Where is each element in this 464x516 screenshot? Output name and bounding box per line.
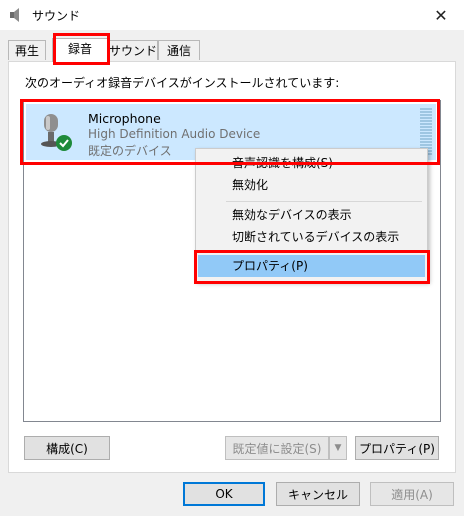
speaker-icon <box>10 8 19 22</box>
level-meter-segment <box>420 129 432 131</box>
level-meter-segment <box>420 141 432 143</box>
tab-recording[interactable]: 録音 <box>52 38 108 62</box>
device-list-caption: 次のオーディオ録音デバイスがインストールされています: <box>25 76 340 90</box>
properties-button[interactable]: プロパティ(P) <box>355 436 439 460</box>
level-meter-segment <box>420 120 432 122</box>
check-badge-icon <box>56 135 72 151</box>
device-name: Microphone <box>88 111 161 126</box>
level-meter-segment <box>420 123 432 125</box>
menu-item-properties[interactable]: プロパティ(P) <box>198 255 425 277</box>
microphone-icon <box>41 114 72 151</box>
menu-item-disable[interactable]: 無効化 <box>198 174 425 196</box>
menu-separator <box>226 201 422 202</box>
tab-communications[interactable]: 通信 <box>158 40 200 60</box>
context-menu: 音声認識を構成(S) 無効化 無効なデバイスの表示 切断されているデバイスの表示… <box>195 148 428 282</box>
close-icon: ✕ <box>434 5 448 25</box>
level-meter-segment <box>420 111 432 113</box>
menu-item-configure-speech[interactable]: 音声認識を構成(S) <box>198 152 425 174</box>
menu-separator <box>226 252 422 253</box>
window-title: サウンド <box>32 9 81 23</box>
configure-button[interactable]: 構成(C) <box>24 436 110 460</box>
apply-button[interactable]: 適用(A) <box>370 482 454 506</box>
close-button[interactable]: ✕ <box>418 0 464 30</box>
cancel-button[interactable]: キャンセル <box>276 482 360 506</box>
set-default-button[interactable]: 既定値に設定(S) <box>225 436 329 460</box>
level-meter-segment <box>420 126 432 128</box>
level-meter-segment <box>420 132 432 134</box>
tab-sounds[interactable]: サウンド <box>108 40 158 60</box>
level-meter-segment <box>420 117 432 119</box>
menu-item-show-disabled[interactable]: 無効なデバイスの表示 <box>198 204 425 226</box>
level-meter-segment <box>420 144 432 146</box>
level-meter-segment <box>420 135 432 137</box>
device-status: 既定のデバイス <box>88 144 172 158</box>
level-meter-segment <box>420 114 432 116</box>
title-bar: サウンド ✕ <box>0 0 464 30</box>
device-description: High Definition Audio Device <box>88 127 261 141</box>
set-default-dropdown[interactable]: ▼ <box>329 436 347 460</box>
tab-playback[interactable]: 再生 <box>8 40 46 60</box>
menu-item-show-disconnected[interactable]: 切断されているデバイスの表示 <box>198 226 425 248</box>
level-meter-segment <box>420 138 432 140</box>
level-meter-segment <box>420 108 432 110</box>
ok-button[interactable]: OK <box>183 482 265 506</box>
chevron-down-icon: ▼ <box>334 443 342 453</box>
